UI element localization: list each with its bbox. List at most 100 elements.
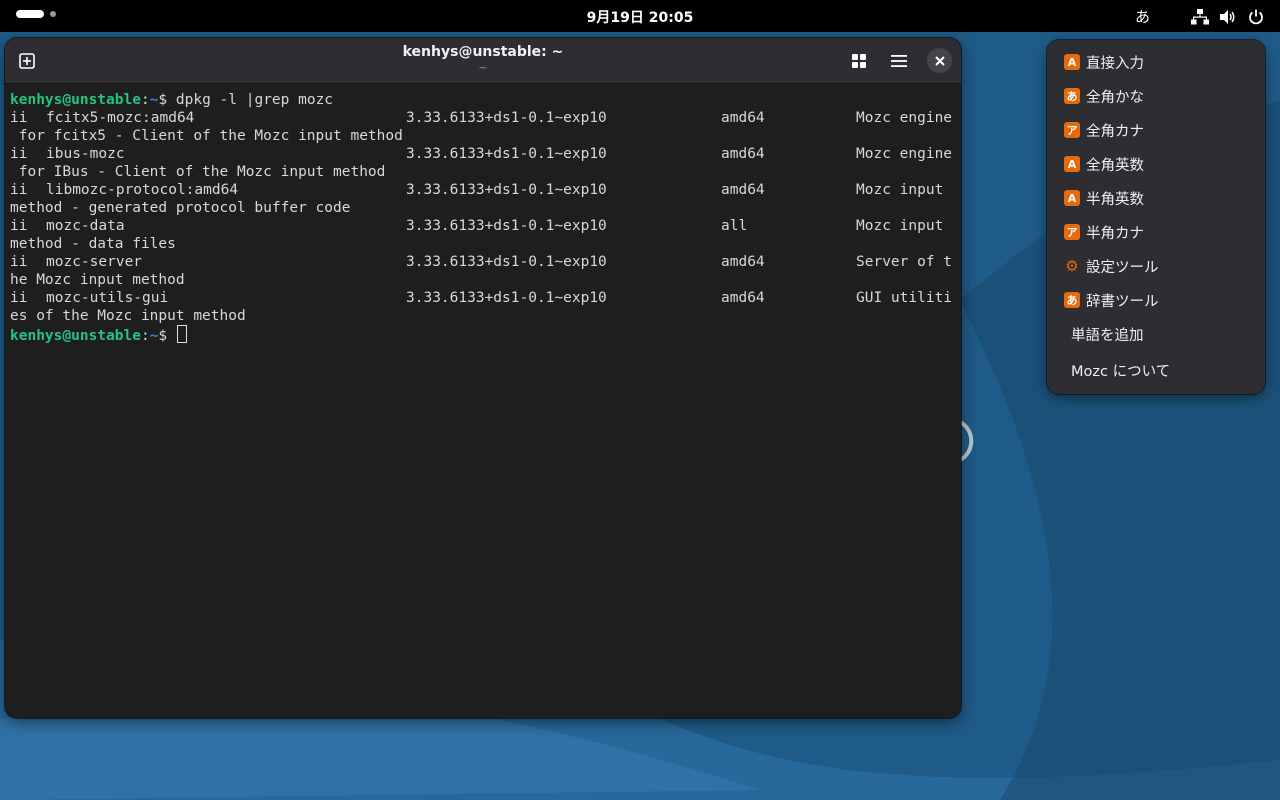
menu-item-label: 辞書ツール bbox=[1086, 293, 1159, 310]
package-desc1: Mozc engine bbox=[856, 110, 953, 126]
package-arch: amd64 bbox=[721, 110, 765, 126]
package-status: ii bbox=[10, 254, 28, 270]
close-button[interactable] bbox=[927, 48, 952, 73]
clock[interactable]: 9月19日 20:05 bbox=[587, 10, 694, 26]
package-row: ii mozc-server 3.33.6133+ds1-0.1~exp10 amd6… bbox=[10, 253, 956, 271]
package-description-wrap: he Mozc input method bbox=[10, 272, 185, 288]
prompt-separator: : bbox=[140, 328, 150, 344]
prompt-dollar: $ bbox=[158, 92, 176, 108]
menu-item-label: 半角カナ bbox=[1086, 225, 1144, 242]
menu-item-about-mozc[interactable]: Mozc について bbox=[1047, 353, 1265, 387]
package-arch: amd64 bbox=[721, 254, 765, 270]
package-desc1: Server of t bbox=[856, 254, 953, 270]
terminal-window: kenhys@unstable: ~ ~ kenhys@unstable:~$ … bbox=[5, 38, 961, 718]
menu-item-label: Mozc について bbox=[1071, 363, 1171, 380]
menu-item-label: 全角カナ bbox=[1086, 123, 1144, 140]
tab-overview-button[interactable] bbox=[846, 48, 872, 74]
halfwidth-katakana-icon: ア bbox=[1064, 224, 1080, 240]
package-arch: amd64 bbox=[721, 182, 765, 198]
ime-menu: A 直接入力あ全角かなア全角カナ A 全角英数 A 半角英数ア半角カナ ⚙ 設定ツールあ辞書ツ… bbox=[1047, 40, 1265, 394]
package-description-wrap: method - generated protocol buffer code bbox=[10, 200, 351, 216]
menu-item-label: 全角かな bbox=[1086, 89, 1144, 106]
package-row: ii mozc-data 3.33.6133+ds1-0.1~exp10 all Moz… bbox=[10, 217, 956, 235]
dictionary-tool-icon: あ bbox=[1064, 292, 1080, 308]
package-version: 3.33.6133+ds1-0.1~exp10 bbox=[406, 110, 607, 126]
top-bar: 9月19日 20:05 あ bbox=[0, 0, 1280, 32]
prompt-user: kenhys@unstable bbox=[10, 328, 141, 344]
headerbar: kenhys@unstable: ~ ~ bbox=[5, 38, 961, 84]
workspace-inactive-indicator bbox=[50, 11, 56, 17]
menu-item-dictionary-tool[interactable]: あ辞書ツール bbox=[1047, 283, 1265, 317]
activities-indicator[interactable] bbox=[16, 10, 56, 18]
package-arch: amd64 bbox=[721, 290, 765, 306]
package-desc1: Mozc input bbox=[856, 182, 944, 198]
network-icon[interactable] bbox=[1190, 7, 1210, 27]
package-name: mozc-server bbox=[46, 254, 143, 270]
window-subtitle: ~ bbox=[478, 61, 488, 74]
current-prompt-line: kenhys@unstable:~$ bbox=[10, 325, 956, 344]
package-arch: all bbox=[721, 218, 748, 234]
menu-item-label: 全角英数 bbox=[1086, 157, 1144, 174]
prompt-separator: : bbox=[140, 92, 150, 108]
prompt-dollar: $ bbox=[158, 328, 176, 344]
package-description-wrap: es of the Mozc input method bbox=[10, 308, 246, 324]
main-menu-button[interactable] bbox=[886, 48, 912, 74]
package-name: fcitx5-mozc:amd64 bbox=[46, 110, 195, 126]
menu-item-hiragana[interactable]: あ全角かな bbox=[1047, 79, 1265, 113]
halfwidth-alphanumeric-icon: A bbox=[1064, 190, 1080, 206]
package-row: ii mozc-utils-gui 3.33.6133+ds1-0.1~exp10 a… bbox=[10, 289, 956, 307]
package-description-wrap: for IBus - Client of the Mozc input meth… bbox=[10, 164, 386, 180]
package-row: ii ibus-mozc 3.33.6133+ds1-0.1~exp10 amd64 M… bbox=[10, 145, 956, 163]
package-version: 3.33.6133+ds1-0.1~exp10 bbox=[406, 254, 607, 270]
menu-item-label: 直接入力 bbox=[1086, 55, 1144, 72]
command-line: kenhys@unstable:~$ dpkg -l |grep mozc bbox=[10, 91, 956, 109]
menu-item-fullwidth-katakana[interactable]: ア全角カナ bbox=[1047, 113, 1265, 147]
package-status: ii bbox=[10, 218, 28, 234]
package-desc1: Mozc engine bbox=[856, 146, 953, 162]
package-arch: amd64 bbox=[721, 146, 765, 162]
volume-icon[interactable] bbox=[1218, 7, 1238, 27]
package-status: ii bbox=[10, 110, 28, 126]
hamburger-icon bbox=[891, 55, 907, 67]
direct-input-icon: A bbox=[1064, 54, 1080, 70]
prompt-user: kenhys@unstable bbox=[10, 92, 141, 108]
package-description-wrap: for fcitx5 - Client of the Mozc input me… bbox=[10, 128, 403, 144]
menu-item-halfwidth-katakana[interactable]: ア半角カナ bbox=[1047, 215, 1265, 249]
hiragana-icon: あ bbox=[1064, 88, 1080, 104]
package-desc1: Mozc input bbox=[856, 218, 944, 234]
menu-item-direct-input[interactable]: A 直接入力 bbox=[1047, 45, 1265, 79]
package-desc1: GUI utiliti bbox=[856, 290, 953, 306]
menu-item-label: 単語を追加 bbox=[1071, 327, 1144, 344]
package-status: ii bbox=[10, 290, 28, 306]
window-title: kenhys@unstable: ~ bbox=[402, 44, 564, 60]
fullwidth-alphanumeric-icon: A bbox=[1064, 156, 1080, 172]
grid-icon bbox=[852, 54, 866, 68]
package-name: mozc-utils-gui bbox=[46, 290, 169, 306]
package-version: 3.33.6133+ds1-0.1~exp10 bbox=[406, 290, 607, 306]
terminal-output[interactable]: kenhys@unstable:~$ dpkg -l |grep mozc ii… bbox=[10, 91, 956, 344]
close-icon bbox=[934, 55, 945, 66]
package-version: 3.33.6133+ds1-0.1~exp10 bbox=[406, 218, 607, 234]
ime-indicator[interactable]: あ bbox=[1135, 6, 1150, 27]
power-icon[interactable] bbox=[1246, 7, 1266, 27]
package-name: mozc-data bbox=[46, 218, 125, 234]
menu-item-fullwidth-alphanumeric[interactable]: A 全角英数 bbox=[1047, 147, 1265, 181]
config-tool-icon: ⚙ bbox=[1065, 257, 1079, 275]
system-tray: あ bbox=[1135, 6, 1266, 27]
menu-item-add-word[interactable]: 単語を追加 bbox=[1047, 317, 1265, 351]
workspace-active-indicator bbox=[16, 10, 44, 18]
package-row: ii fcitx5-mozc:amd64 3.33.6133+ds1-0.1~exp… bbox=[10, 109, 956, 127]
package-status: ii bbox=[10, 182, 28, 198]
menu-item-label: 設定ツール bbox=[1086, 259, 1159, 276]
package-description-wrap: method - data files bbox=[10, 236, 176, 252]
menu-item-config-tool[interactable]: ⚙ 設定ツール bbox=[1047, 249, 1265, 283]
package-version: 3.33.6133+ds1-0.1~exp10 bbox=[406, 146, 607, 162]
command-text: dpkg -l |grep mozc bbox=[175, 92, 334, 108]
package-name: ibus-mozc bbox=[46, 146, 125, 162]
package-version: 3.33.6133+ds1-0.1~exp10 bbox=[406, 182, 607, 198]
fullwidth-katakana-icon: ア bbox=[1064, 122, 1080, 138]
text-cursor bbox=[176, 325, 187, 343]
package-status: ii bbox=[10, 146, 28, 162]
package-row: ii libmozc-protocol:amd64 3.33.6133+ds1-0.… bbox=[10, 181, 956, 199]
menu-item-halfwidth-alphanumeric[interactable]: A 半角英数 bbox=[1047, 181, 1265, 215]
